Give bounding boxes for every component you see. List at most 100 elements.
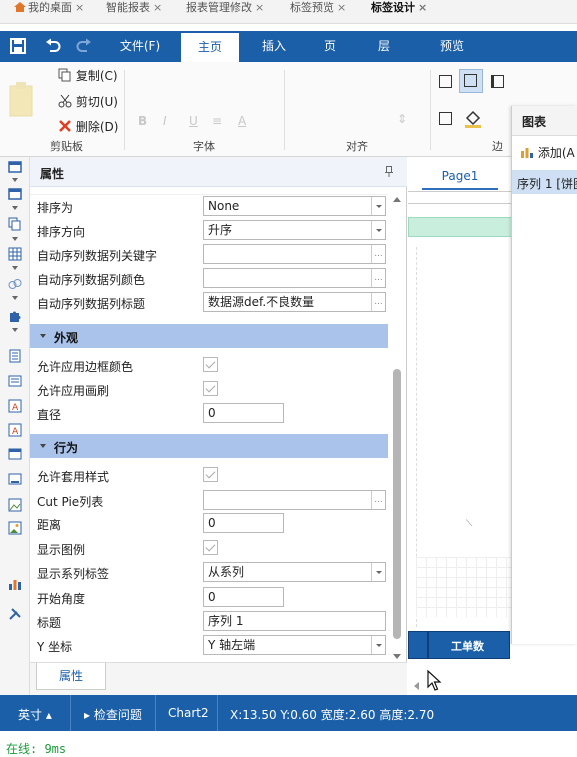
apply-style-checkbox[interactable] — [203, 467, 218, 482]
clipboard-group-label: 剪贴板 — [50, 140, 83, 153]
chart-icon[interactable] — [8, 577, 22, 591]
tab-layer[interactable]: 层 — [362, 31, 406, 62]
window-icon[interactable] — [8, 187, 22, 201]
scrollbar-thumb[interactable] — [393, 369, 401, 639]
brush-checkbox[interactable] — [203, 381, 218, 396]
window-icon[interactable] — [8, 160, 22, 174]
underline-icon[interactable]: U — [189, 114, 198, 128]
redo-icon[interactable] — [75, 37, 93, 55]
save-icon[interactable] — [9, 37, 27, 55]
expand-arrow-icon[interactable] — [12, 237, 18, 241]
chevron-down-icon[interactable] — [371, 197, 385, 215]
container-icon[interactable] — [8, 472, 22, 486]
italic-icon[interactable]: I — [163, 114, 167, 128]
tab-properties[interactable]: 属性 — [36, 663, 106, 690]
title-input[interactable]: 序列 1 — [203, 611, 386, 631]
expand-arrow-icon[interactable] — [12, 206, 18, 210]
chevron-down-icon[interactable] — [371, 221, 385, 239]
series-list-item[interactable]: 序列 1 [饼图 — [512, 170, 577, 194]
ellipsis-button[interactable]: ... — [371, 491, 385, 509]
expand-arrow-icon[interactable] — [12, 328, 18, 332]
paste-icon[interactable] — [6, 80, 36, 120]
puzzle-icon[interactable] — [8, 309, 22, 323]
copy-page-icon[interactable] — [8, 217, 22, 231]
close-icon[interactable]: × — [337, 1, 346, 14]
browser-tab-report-manage[interactable]: 报表管理修改 × — [186, 0, 264, 24]
distance-input[interactable]: 0 — [203, 513, 284, 533]
grid-icon[interactable] — [8, 247, 22, 261]
link-icon[interactable] — [8, 277, 22, 291]
image-icon[interactable] — [8, 498, 22, 512]
sort-direction-dropdown[interactable]: 升序 — [203, 220, 386, 240]
pin-icon[interactable] — [385, 166, 393, 177]
add-series-button[interactable]: 添加(A — [520, 144, 575, 161]
tab-label: 报表管理修改 — [186, 1, 252, 14]
y-axis-dropdown[interactable]: Y 轴左端 — [203, 635, 386, 655]
border-color-checkbox[interactable] — [203, 357, 218, 372]
expand-arrow-icon[interactable] — [12, 296, 18, 300]
tools-icon[interactable] — [8, 607, 22, 621]
close-icon[interactable]: × — [255, 1, 264, 14]
scroll-down-icon[interactable] — [393, 654, 401, 659]
list-icon[interactable] — [8, 374, 22, 388]
section-appearance[interactable]: 外观 — [30, 324, 388, 348]
text-box-icon[interactable]: A — [8, 399, 22, 413]
start-angle-input[interactable]: 0 — [203, 587, 284, 607]
panel-icon[interactable] — [8, 447, 22, 461]
selected-band[interactable] — [408, 217, 512, 237]
close-icon[interactable]: × — [75, 1, 84, 14]
picture-icon[interactable] — [8, 521, 22, 535]
chevron-down-icon[interactable] — [371, 563, 385, 581]
chevron-down-icon[interactable] — [371, 636, 385, 654]
vertical-scrollbar[interactable] — [391, 193, 403, 663]
font-color-icon[interactable]: A — [238, 114, 246, 128]
ellipsis-button[interactable]: ... — [371, 245, 385, 263]
delete-button[interactable]: 删除(D) — [58, 118, 118, 135]
browser-tab-label-design[interactable]: 标签设计 × — [371, 0, 427, 24]
border-all-icon[interactable] — [439, 75, 452, 88]
check-issues-button[interactable]: ▸ 检查问题 — [84, 706, 142, 723]
document-icon[interactable] — [8, 349, 22, 363]
expand-arrow-icon[interactable] — [12, 266, 18, 270]
bold-icon[interactable]: B — [138, 114, 147, 128]
auto-series-title-field[interactable]: 数据源def.不良数量... — [203, 292, 386, 312]
strikethrough-icon[interactable]: ≡ — [212, 114, 222, 128]
tab-preview[interactable]: 预览 — [426, 31, 478, 62]
unit-selector[interactable]: 英寸 ▴ — [18, 706, 52, 723]
copy-button[interactable]: 复制(C) — [58, 67, 118, 84]
align-dropdown-icon[interactable]: ⇕ — [397, 112, 407, 126]
auto-series-key-field[interactable]: ... — [203, 244, 386, 264]
cut-button[interactable]: 剪切(U) — [58, 93, 118, 110]
scroll-up-icon[interactable] — [393, 197, 401, 202]
tab-insert[interactable]: 插入 — [248, 31, 300, 62]
resize-handle-icon[interactable]: ⟍ — [466, 519, 472, 529]
close-icon[interactable]: × — [153, 1, 162, 14]
series-label-dropdown[interactable]: 从系列 — [203, 562, 386, 582]
section-behavior[interactable]: 行为 — [30, 434, 388, 458]
sort-by-dropdown[interactable]: None — [203, 196, 386, 216]
browser-tab-smart-report[interactable]: 智能报表 × — [106, 0, 162, 24]
diameter-input[interactable]: 0 — [203, 403, 284, 423]
close-icon[interactable]: × — [418, 1, 427, 14]
paint-bucket-icon[interactable] — [463, 109, 485, 129]
border-left-icon[interactable] — [491, 75, 504, 88]
tab-file[interactable]: 文件(F) — [108, 31, 172, 62]
scroll-left-icon[interactable] — [414, 682, 419, 690]
undo-icon[interactable] — [44, 37, 62, 55]
ellipsis-button[interactable]: ... — [371, 293, 385, 311]
border-outside-button[interactable] — [459, 69, 483, 93]
label-icon[interactable]: A — [8, 423, 22, 437]
browser-tab-desktop[interactable]: 我的桌面 × — [14, 0, 84, 24]
tab-page[interactable]: 页 — [308, 31, 352, 62]
auto-series-color-field[interactable]: ... — [203, 268, 386, 288]
show-legend-checkbox[interactable] — [203, 540, 218, 555]
cut-pie-list-field[interactable]: ... — [203, 490, 386, 510]
browser-tab-label-preview[interactable]: 标签预览 × — [290, 0, 346, 24]
border-none-icon[interactable] — [439, 112, 452, 125]
ellipsis-button[interactable]: ... — [371, 269, 385, 287]
tab-home[interactable]: 主页 — [181, 33, 239, 62]
tab-page1[interactable]: Page1 — [422, 164, 498, 190]
table-header-cell[interactable]: 工单数 — [428, 631, 510, 659]
table-header-cell[interactable] — [408, 631, 428, 659]
expand-arrow-icon[interactable] — [12, 178, 18, 182]
